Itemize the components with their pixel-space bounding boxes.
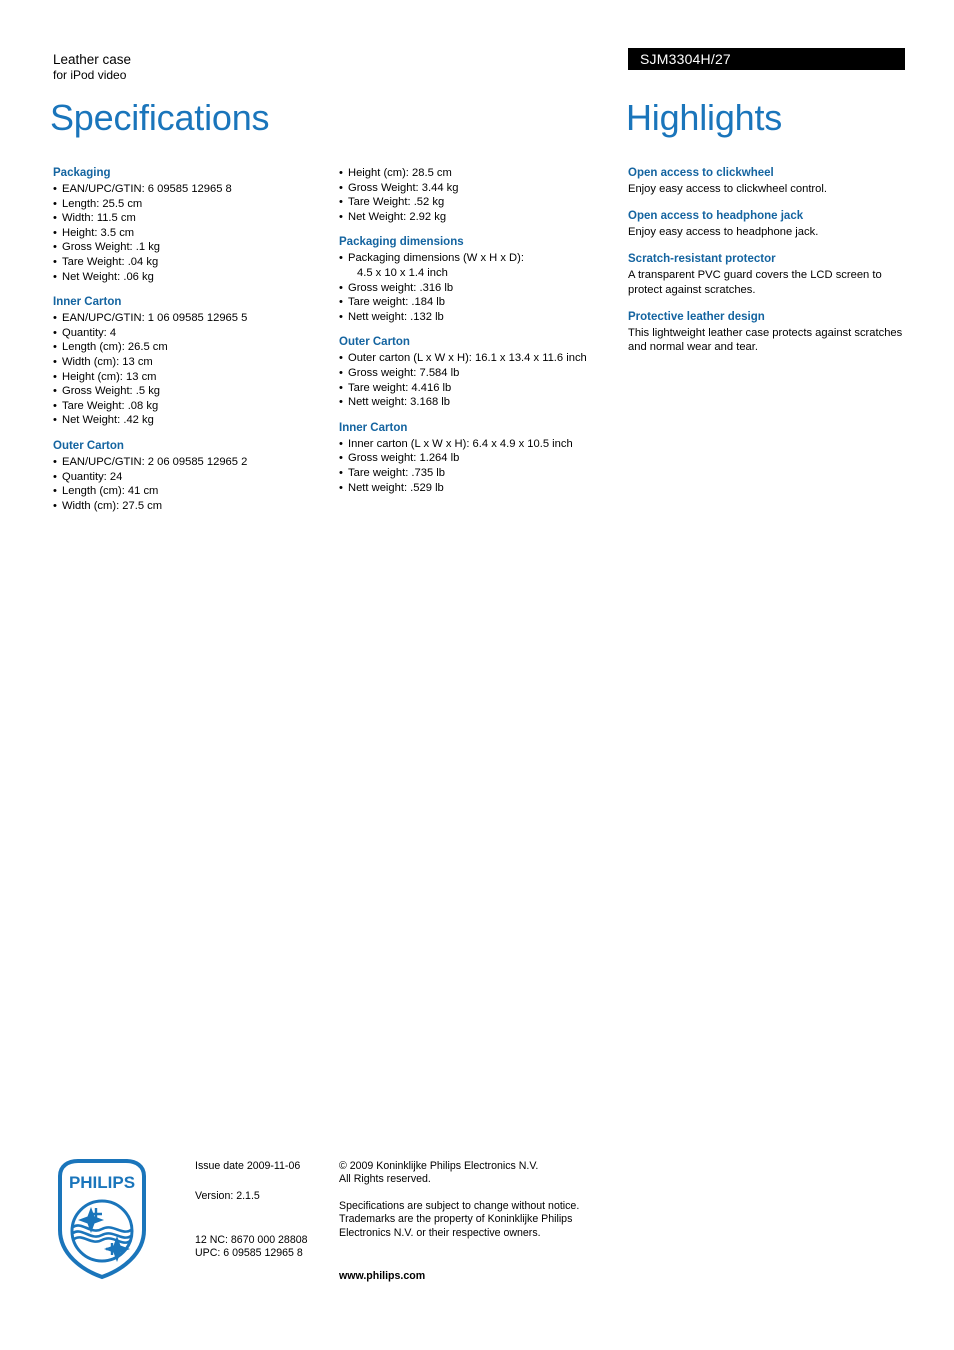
- spec-group: Packaging EAN/UPC/GTIN: 6 09585 12965 8Le…: [53, 166, 333, 284]
- spec-list-item: Length (cm): 41 cm: [53, 484, 333, 499]
- spec-list-item: Nett weight: .132 lb: [339, 310, 624, 325]
- spec-group-heading: Inner Carton: [339, 421, 408, 434]
- spec-list-item: Gross weight: 7.584 lb: [339, 366, 624, 381]
- spec-sheet-page: Leather case for iPod video SJM3304H/27 …: [0, 0, 954, 1350]
- spec-list-item: Height: 3.5 cm: [53, 226, 333, 241]
- product-title: Leather case: [53, 52, 132, 67]
- highlight-item: Protective leather design This lightweigh…: [628, 310, 908, 354]
- highlight-item: Open access to clickwheel Enjoy easy acce…: [628, 166, 908, 196]
- product-header: Leather case for iPod video: [53, 52, 573, 83]
- highlight-heading: Open access to clickwheel: [628, 167, 774, 179]
- spec-group: Outer Carton Outer carton (L x W x H): 16…: [339, 335, 624, 409]
- product-subtitle: for iPod video: [53, 68, 127, 82]
- spec-group-heading: Outer Carton: [339, 336, 410, 349]
- website-link[interactable]: www.philips.com: [339, 1270, 609, 1283]
- copyright-line-1: © 2009 Koninklijke Philips Electronics N…: [339, 1160, 539, 1172]
- philips-wordmark: PHILIPS: [69, 1173, 135, 1192]
- spec-list-item: Gross Weight: .5 kg: [53, 384, 333, 399]
- spec-list-item: Net Weight: .42 kg: [53, 413, 333, 428]
- highlight-body: This lightweight leather case protects a…: [628, 326, 903, 354]
- spec-group: Packaging dimensions Packaging dimensions…: [339, 235, 624, 324]
- highlight-item: Scratch-resistant protector A transparent…: [628, 252, 908, 296]
- spec-group-heading: Packaging: [53, 167, 111, 179]
- spec-list: Outer carton (L x W x H): 16.1 x 13.4 x …: [339, 351, 624, 409]
- footer-legal-column: © 2009 Koninklijke Philips Electronics N…: [339, 1160, 609, 1283]
- disclaimer-line-3: Electronics N.V. or their respective own…: [339, 1226, 541, 1239]
- spec-list-item: Quantity: 4: [53, 326, 333, 341]
- spec-list-item: Tare weight: 4.416 lb: [339, 381, 624, 396]
- spec-list-item: Tare Weight: .04 kg: [53, 255, 333, 270]
- spec-list-item: Width: 11.5 cm: [53, 211, 333, 226]
- spec-list-item: EAN/UPC/GTIN: 2 06 09585 12965 2: [53, 455, 333, 470]
- spec-list: Inner carton (L x W x H): 6.4 x 4.9 x 10…: [339, 437, 624, 495]
- issue-date: Issue date 2009-11-06: [195, 1160, 301, 1172]
- spec-list-item: Width (cm): 27.5 cm: [53, 499, 333, 514]
- highlight-item: Open access to headphone jack Enjoy easy …: [628, 209, 908, 239]
- spec-list: Packaging dimensions (W x H x D):4.5 x 1…: [339, 251, 624, 324]
- spec-list-item: Length (cm): 26.5 cm: [53, 340, 333, 355]
- spec-list-item: EAN/UPC/GTIN: 6 09585 12965 8: [53, 182, 333, 197]
- disclaimer-line-1: Specifications are subject to change wit…: [339, 1199, 580, 1212]
- philips-shield-icon: PHILIPS: [58, 1159, 146, 1280]
- spec-list-item: Length: 25.5 cm: [53, 197, 333, 212]
- disclaimer-line-2: Trademarks are the property of Koninklij…: [339, 1213, 573, 1226]
- copyright-line-2: All Rights reserved.: [339, 1173, 431, 1186]
- spec-list-item: 4.5 x 10 x 1.4 inch: [357, 266, 448, 279]
- spec-list-item: Net Weight: .06 kg: [53, 270, 333, 285]
- version: Version: 2.1.5: [195, 1190, 260, 1203]
- spec-group-heading: Inner Carton: [53, 296, 122, 309]
- spec-list-item: Gross Weight: .1 kg: [53, 240, 333, 255]
- spec-list: EAN/UPC/GTIN: 2 06 09585 12965 2Quantity…: [53, 455, 333, 513]
- spec-list-item: Tare weight: .184 lb: [339, 295, 624, 310]
- spec-group: Inner Carton EAN/UPC/GTIN: 1 06 09585 129…: [53, 295, 333, 428]
- spec-group-heading: Packaging dimensions: [339, 236, 464, 249]
- footer-meta-column: Issue date 2009-11-06 Version: 2.1.5 12 …: [195, 1160, 325, 1261]
- spec-list-item: Packaging dimensions (W x H x D):: [339, 251, 624, 266]
- highlight-heading: Protective leather design: [628, 310, 765, 323]
- spec-group-heading: Outer Carton: [53, 439, 124, 452]
- spec-list-item: Nett weight: 3.168 lb: [339, 395, 624, 410]
- spec-column-2: Height (cm): 28.5 cmGross Weight: 3.44 k…: [339, 166, 624, 495]
- upc: UPC: 6 09585 12965 8: [195, 1247, 303, 1260]
- spec-list: Height (cm): 28.5 cmGross Weight: 3.44 k…: [339, 166, 624, 224]
- spec-list-item: Gross weight: 1.264 lb: [339, 451, 624, 466]
- spec-list-item: Tare weight: .735 lb: [339, 466, 624, 481]
- twelve-nc: 12 NC: 8670 000 28808: [195, 1233, 308, 1246]
- spec-list-item: Net Weight: 2.92 kg: [339, 210, 624, 225]
- spec-list-item: Width (cm): 13 cm: [53, 355, 333, 370]
- spec-list-item: Gross weight: .316 lb: [339, 281, 624, 296]
- highlight-body: Enjoy easy access to headphone jack.: [628, 226, 819, 239]
- spec-list-item: Quantity: 24: [53, 470, 333, 485]
- specifications-title: Specifications: [50, 97, 270, 138]
- spec-list-item: EAN/UPC/GTIN: 1 06 09585 12965 5: [53, 311, 333, 326]
- spec-group: Outer Carton EAN/UPC/GTIN: 2 06 09585 129…: [53, 439, 333, 513]
- spec-list-item: Height (cm): 13 cm: [53, 370, 333, 385]
- spec-list: EAN/UPC/GTIN: 1 06 09585 12965 5Quantity…: [53, 311, 333, 428]
- highlights-title: Highlights: [626, 97, 783, 138]
- highlights-column: Open access to clickwheel Enjoy easy acce…: [628, 166, 908, 367]
- spec-group: Inner Carton Inner carton (L x W x H): 6.…: [339, 421, 624, 495]
- spec-list-item: Height (cm): 28.5 cm: [339, 166, 624, 181]
- spec-list-item: Tare Weight: .08 kg: [53, 399, 333, 414]
- highlight-body: A transparent PVC guard covers the LCD s…: [628, 269, 882, 296]
- spec-list-item: Outer carton (L x W x H): 16.1 x 13.4 x …: [339, 351, 624, 366]
- highlight-heading: Open access to headphone jack: [628, 210, 804, 223]
- model-number: SJM3304H/27: [640, 51, 731, 67]
- spec-column-1: PackagingEAN/UPC/GTIN: 6 09585 12965 8Le…: [53, 166, 333, 513]
- model-number-bar: SJM3304H/27: [628, 48, 905, 70]
- spec-list-item: Gross Weight: 3.44 kg: [339, 181, 624, 196]
- spec-list-item: Inner carton (L x W x H): 6.4 x 4.9 x 10…: [339, 437, 624, 452]
- highlight-heading: Scratch-resistant protector: [628, 253, 776, 266]
- highlight-body: Enjoy easy access to clickwheel control.: [628, 183, 827, 195]
- spec-group: Height (cm): 28.5 cmGross Weight: 3.44 k…: [339, 166, 624, 224]
- spec-list-item: Tare Weight: .52 kg: [339, 195, 624, 210]
- philips-logo: PHILIPS: [56, 1158, 148, 1280]
- spec-list-item: Nett weight: .529 lb: [339, 481, 624, 496]
- spec-list: EAN/UPC/GTIN: 6 09585 12965 8Length: 25.…: [53, 182, 333, 284]
